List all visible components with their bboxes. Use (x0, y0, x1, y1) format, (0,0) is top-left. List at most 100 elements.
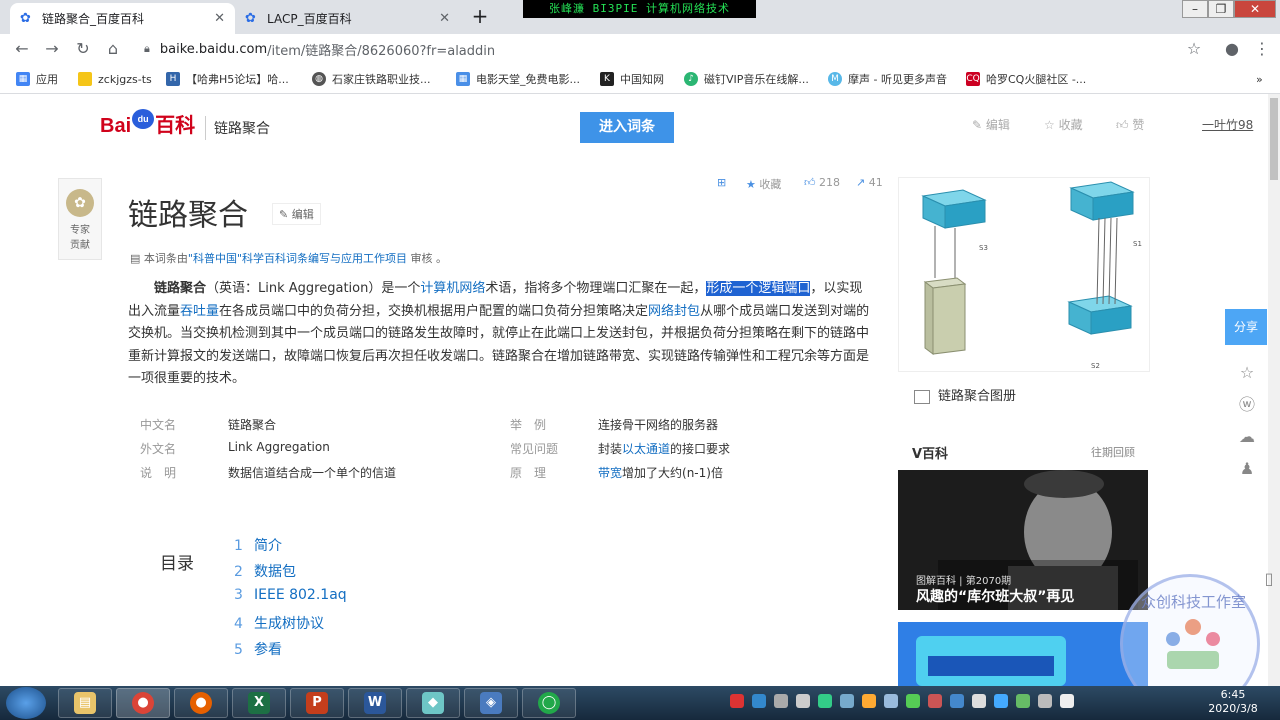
weibo-icon[interactable]: ⓦ (1236, 394, 1258, 416)
taskbar-excel[interactable]: X (232, 688, 286, 718)
tray-icon (818, 694, 832, 708)
bookmark-star-icon[interactable]: ☆ (1184, 39, 1204, 59)
forward-icon[interactable]: → (42, 39, 62, 59)
title-edit-button[interactable]: ✎ 编辑 (272, 203, 321, 225)
scrollbar-thumb[interactable] (1270, 98, 1278, 180)
system-tray[interactable] (730, 694, 1082, 712)
vbaike-video-card[interactable]: 图解百科 | 第2070期 风趣的“库尔班大叔”再见 (898, 470, 1148, 610)
feedback-icon[interactable]: ▯ (1260, 568, 1278, 590)
address-bar[interactable]: 🔒︎ baike.baidu.com /item/链路聚合/8626060?fr… (136, 37, 1176, 61)
close-tab-icon[interactable]: ✕ (214, 11, 225, 26)
summary-picture[interactable]: S3 S1 S2 (898, 177, 1150, 372)
link-bandwidth[interactable]: 带宽 (598, 466, 622, 480)
expert-contribution-badge[interactable]: ✿ 专家 贡献 (58, 178, 102, 260)
tab-lacp[interactable]: ✿ LACP_百度百科 ✕ (235, 3, 460, 34)
watermark-figures (1166, 619, 1220, 669)
tab-active[interactable]: ✿ 链路聚合_百度百科 ✕ (10, 3, 235, 34)
home-icon[interactable]: ⌂ (103, 39, 123, 59)
toc-item-intro[interactable]: 1 简介 (234, 535, 282, 555)
bookmark-item[interactable]: ◍ 石家庄铁路职业技... (312, 71, 431, 87)
profile-icon[interactable]: ● (1222, 39, 1242, 59)
logo-paw: du (132, 109, 155, 129)
baidu-baike-logo[interactable]: Bai du 百科 (100, 109, 195, 138)
toc-item-ieee[interactable]: 3 IEEE 802.1aq (234, 587, 347, 603)
info-key: 中文名 (140, 418, 177, 432)
taskbar-powerpoint[interactable]: P (290, 688, 344, 718)
share-count: 41 (868, 176, 883, 189)
toc-item-packet[interactable]: 2 数据包 (234, 561, 296, 581)
info-value: 链路聚合 (228, 418, 277, 432)
like-stat[interactable]: 👍︎ 218 (804, 176, 840, 189)
bookmark-label: 电影天堂_免费电影... (476, 73, 580, 86)
menu-icon[interactable]: ⋮ (1252, 39, 1272, 59)
bookmark-item[interactable]: M 摩声 - 听见更多声音 (828, 71, 947, 87)
reload-icon[interactable]: ↻ (73, 39, 93, 59)
taskbar-app[interactable]: ◆ (406, 688, 460, 718)
album-link[interactable]: 链路聚合图册 (914, 385, 1016, 404)
tray-icon (1060, 694, 1074, 708)
start-button[interactable] (6, 687, 46, 719)
username-link[interactable]: 一叶竹98 (1202, 116, 1253, 133)
new-tab-button[interactable]: + (468, 6, 492, 28)
bookmark-item[interactable]: K 中国知网 (600, 71, 664, 87)
bookmark-item[interactable]: ♪ 磁钉VIP音乐在线解... (684, 71, 809, 87)
toc-number: 3 (234, 587, 243, 603)
tab-label: 链路聚合_百度百科 (42, 12, 145, 26)
bookmark-item[interactable]: CQ 哈罗CQ火腿社区 -... (966, 71, 1086, 87)
header-like-link[interactable]: 👍︎ 赞 (1116, 116, 1144, 133)
taskbar-explorer[interactable]: ▤ (58, 688, 112, 718)
close-window-button[interactable]: ✕ (1234, 0, 1276, 18)
share-button[interactable]: 分享 (1225, 309, 1267, 345)
bookmark-apps[interactable]: ▦ 应用 (16, 71, 58, 87)
toc-item-seealso[interactable]: 5 参看 (234, 639, 282, 659)
favorite-stat[interactable]: ★ 收藏 (746, 176, 781, 192)
taskbar-word[interactable]: W (348, 688, 402, 718)
more-bookmarks-icon[interactable]: » (1256, 71, 1263, 87)
taskbar-recorder[interactable]: ◯ (522, 688, 576, 718)
back-icon[interactable]: ← (12, 39, 32, 59)
qq-icon[interactable]: ♟ (1236, 458, 1258, 480)
link-line (1114, 217, 1118, 305)
byline-suffix: 审核 。 (407, 252, 448, 265)
review-project-link[interactable]: "科普中国"科学百科词条编写与应用工作项目 (188, 252, 407, 265)
excel-icon: X (248, 692, 270, 714)
link-throughput[interactable]: 吞吐量 (180, 304, 219, 319)
maximize-button[interactable]: ❐ (1208, 0, 1234, 18)
bookmark-item[interactable]: H 【哈弗H5论坛】哈... (166, 71, 289, 87)
link-line (1102, 217, 1106, 305)
label-s2: S2 (1091, 362, 1100, 370)
tray-icon (1016, 694, 1030, 708)
toc-title: 目录 (160, 554, 194, 574)
toc-item-stp[interactable]: 4 生成树协议 (234, 613, 324, 633)
taskbar-chrome[interactable]: ● (116, 688, 170, 718)
header-favorite-link[interactable]: ☆ 收藏 (1044, 116, 1083, 133)
minimize-button[interactable]: – (1182, 0, 1208, 18)
page-scrollbar[interactable] (1268, 94, 1280, 686)
favorite-label: 收藏 (1058, 118, 1083, 132)
taskbar-clock[interactable]: 6:45 2020/3/8 (1205, 688, 1261, 716)
tab-label: LACP_百度百科 (267, 12, 352, 26)
info-key: 举 例 (510, 418, 547, 432)
link-computer-network[interactable]: 计算机网络 (420, 281, 485, 296)
close-tab-icon[interactable]: ✕ (439, 11, 450, 26)
add-icon[interactable]: ⊞ (717, 176, 726, 189)
taskbar-app[interactable]: ◈ (464, 688, 518, 718)
link-etherchannel[interactable]: 以太通道 (622, 442, 670, 456)
link-network-packet[interactable]: 网络封包 (648, 304, 700, 319)
promo-video-card[interactable] (898, 622, 1148, 686)
label-s3: S3 (979, 244, 988, 252)
toc-label: 生成树协议 (254, 616, 324, 632)
switch-topology-image: S3 S1 S2 (921, 181, 1142, 370)
past-issues-link[interactable]: 往期回顾 (1091, 444, 1135, 460)
selected-text: 形成一个逻辑端口 (706, 281, 811, 296)
favorite-star-icon[interactable]: ☆ (1236, 362, 1258, 384)
taskbar-firefox[interactable]: ● (174, 688, 228, 718)
share-stat[interactable]: ↗ 41 (856, 176, 883, 189)
bookmark-item[interactable]: ▦ 电影天堂_免费电影... (456, 71, 580, 87)
enter-entry-button[interactable]: 进入词条 (580, 112, 674, 143)
header-edit-link[interactable]: ✎ 编辑 (972, 116, 1010, 133)
toc-number: 1 (234, 538, 243, 554)
bookmark-item[interactable]: zckjgzs-ts (78, 71, 152, 87)
info-value: 带宽增加了大约(n-1)倍 (598, 464, 723, 481)
wechat-icon[interactable]: ☁ (1236, 426, 1258, 448)
